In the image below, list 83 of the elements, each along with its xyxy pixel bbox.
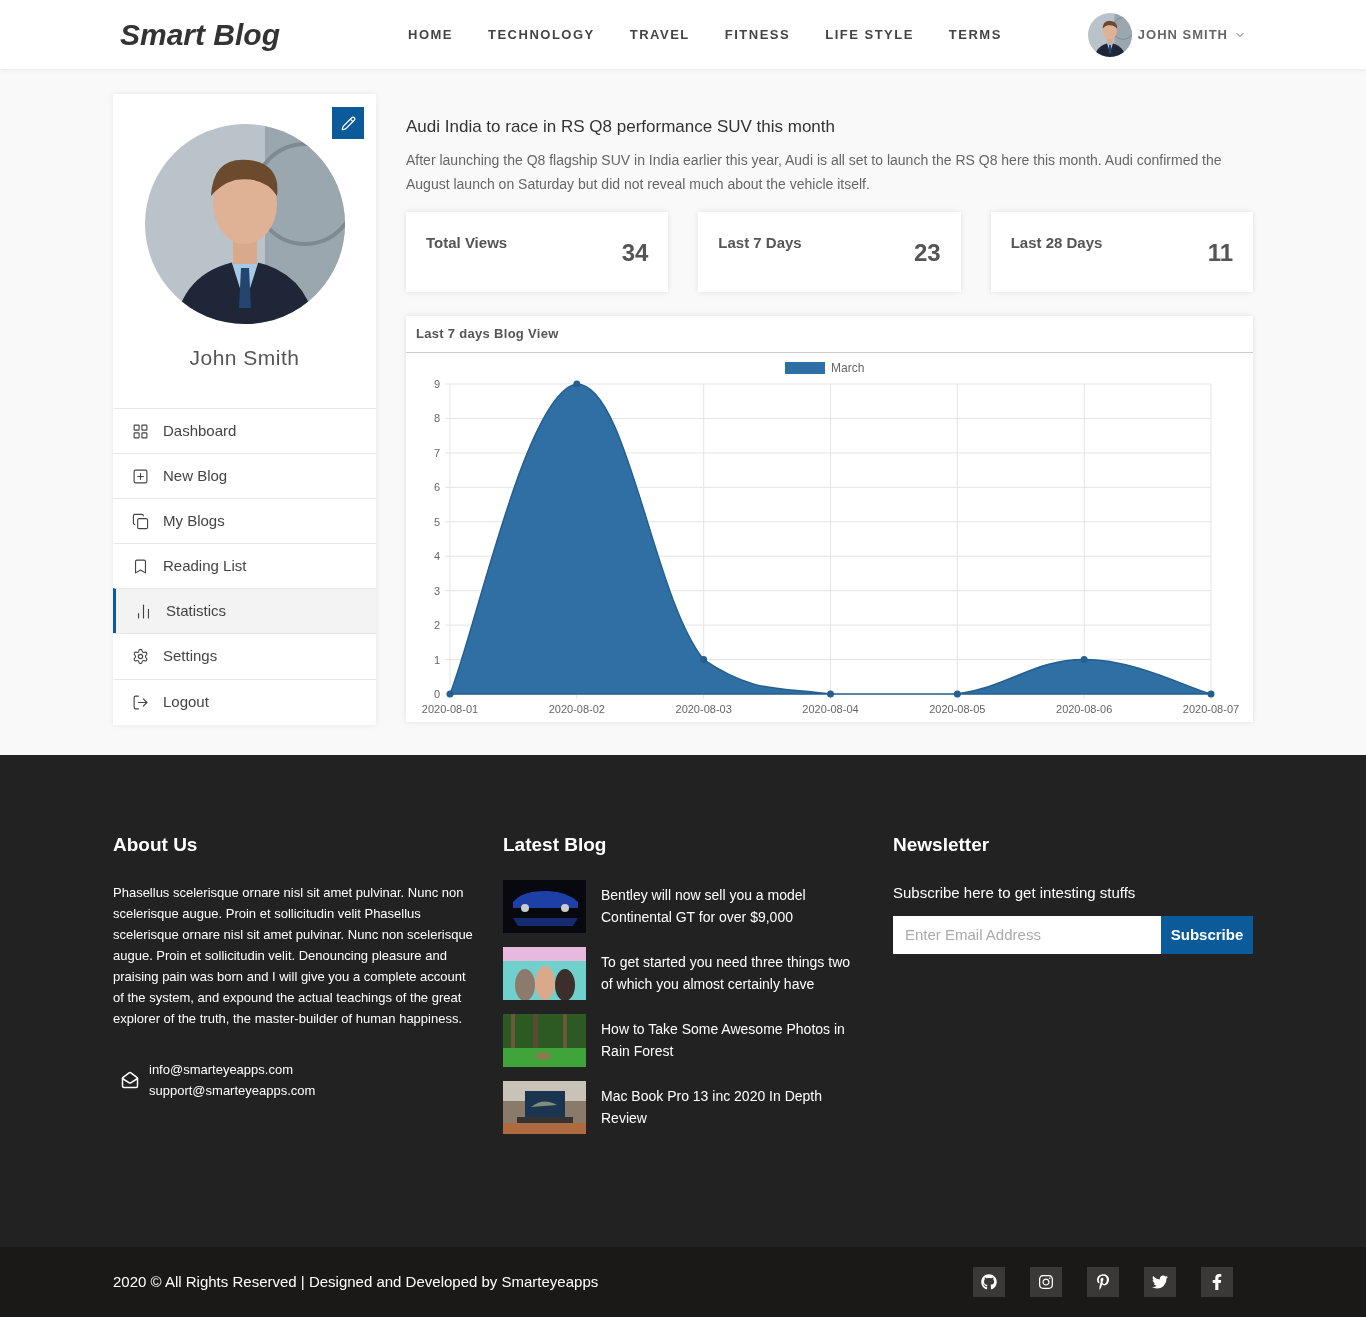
article-title: Audi India to race in RS Q8 performance SUV this month: [406, 116, 836, 138]
social-button[interactable]: [1144, 1267, 1176, 1297]
twitter-icon: [1152, 1274, 1168, 1290]
x-tick-label: 2020-08-04: [802, 702, 859, 715]
email-link[interactable]: info@smarteyeapps.com: [149, 1058, 316, 1080]
x-tick-label: 2020-08-02: [548, 702, 605, 715]
nav-link[interactable]: TERMS: [948, 24, 1002, 45]
footer-heading: About Us: [113, 833, 199, 857]
social-button[interactable]: [1201, 1267, 1233, 1297]
mail-icon: [121, 1070, 139, 1089]
y-tick-label: 7: [433, 446, 440, 459]
copyright-text: 2020 © All Rights Reserved | Designed and Developed by Smarteyeapps: [113, 1271, 599, 1292]
menu-icon: [132, 694, 149, 711]
nav-link[interactable]: LIFE STYLE: [825, 24, 914, 45]
blog-post-link[interactable]: Bentley will now sell you a model Continental GT for over $9,000: [601, 883, 856, 928]
x-tick-label: 2020-08-03: [675, 702, 732, 715]
menu-icon: [132, 557, 149, 575]
y-tick-label: 4: [433, 549, 440, 562]
chart-title: Last 7 days Blog View: [416, 324, 559, 343]
sidebar-item[interactable]: Logout: [113, 679, 376, 725]
y-tick-label: 3: [433, 584, 440, 597]
instagram-icon: [1038, 1274, 1054, 1290]
email-field[interactable]: Enter Email Address: [893, 916, 1161, 954]
data-point: [827, 690, 834, 697]
social-button[interactable]: [1030, 1267, 1062, 1297]
menu-icon: [135, 602, 152, 620]
menu-icon: [132, 648, 149, 665]
y-tick-label: 8: [433, 411, 440, 424]
brand-logo[interactable]: Smart Blog: [120, 12, 370, 57]
newsletter-subtitle: Subscribe here to get intesting stuffs: [893, 882, 1137, 903]
nav-link[interactable]: TECHNOLOGY: [488, 24, 595, 45]
social-button[interactable]: [973, 1267, 1005, 1297]
legend-label: March: [831, 360, 865, 375]
data-point: [1080, 655, 1088, 663]
edit-button[interactable]: [332, 107, 364, 139]
stat-value: 23: [913, 237, 941, 268]
blog-post-link[interactable]: How to Take Some Awesome Photos in Rain Forest: [601, 1017, 856, 1062]
profile-name: John Smith: [189, 345, 300, 371]
stat-label: Last 28 Days: [1010, 232, 1103, 253]
y-tick-label: 5: [433, 515, 440, 528]
github-icon: [981, 1274, 997, 1290]
stat-value: 34: [621, 237, 649, 268]
x-tick-label: 2020-08-07: [1182, 702, 1240, 715]
sidebar-item[interactable]: Statistics: [113, 588, 376, 633]
footer-heading: Newsletter: [893, 833, 991, 857]
menu-icon: [132, 467, 149, 485]
legend-swatch: [785, 361, 825, 374]
user-menu[interactable]: JOHN SMITH: [1087, 12, 1246, 57]
nav-link[interactable]: FITNESS: [724, 24, 791, 45]
about-text: Phasellus scelerisque ornare nisl sit amet pulvinar. Nunc non scelerisque augue. Proin et sollicitudin velit Phasellus scelerisque ornare nisl sit amet pulvinar. Nunc non scelerisque augue. Proin et sollicitudin velit. Denouncing pleasure and praising pain was born and I will give you a complete account of the system, and expound the actual teachings of the great explorer of the truth, the master-builder of human happiness.: [113, 883, 473, 1028]
sidebar-item[interactable]: Dashboard: [113, 408, 376, 453]
blog-post-link[interactable]: Mac Book Pro 13 inc 2020 In Depth Review: [601, 1084, 856, 1129]
y-tick-label: 6: [433, 480, 440, 493]
nav-link[interactable]: TRAVEL: [629, 24, 690, 45]
data-point: [446, 690, 454, 697]
x-tick-label: 2020-08-05: [929, 702, 986, 715]
nav-link[interactable]: HOME: [408, 24, 453, 45]
footer-heading: Latest Blog: [503, 833, 608, 857]
x-tick-label: 2020-08-01: [421, 702, 479, 715]
y-tick-label: 2: [433, 618, 440, 631]
sidebar-item[interactable]: Settings: [113, 633, 376, 679]
y-tick-label: 1: [433, 653, 440, 666]
data-point: [700, 655, 708, 663]
data-point: [953, 690, 961, 697]
data-point: [1207, 690, 1215, 697]
edit-icon: [340, 115, 356, 131]
stat-label: Total Views: [426, 232, 508, 253]
sidebar-item[interactable]: New Blog: [113, 453, 376, 498]
article-body: After launching the Q8 flagship SUV in India earlier this year, Audi is all set to launch the RS Q8 here this month. Audi confirmed the August launch on Saturday but did not reveal much about the vehicle itself.: [406, 150, 1223, 194]
subscribe-button[interactable]: Subscribe: [1161, 916, 1253, 954]
email-link[interactable]: support@smarteyeapps.com: [149, 1079, 316, 1101]
x-tick-label: 2020-08-06: [1056, 702, 1113, 715]
blog-post-link[interactable]: To get started you need three things two of which you almost certainly have: [601, 950, 856, 995]
pinterest-icon: [1095, 1274, 1111, 1290]
stat-label: Last 7 Days: [718, 232, 802, 253]
data-point: [573, 380, 581, 387]
menu-icon: [132, 512, 149, 530]
y-tick-label: 0: [433, 687, 440, 700]
y-tick-label: 9: [433, 377, 440, 390]
menu-icon: [132, 422, 149, 440]
stat-value: 11: [1207, 237, 1233, 268]
social-button[interactable]: [1087, 1267, 1119, 1297]
sidebar-item[interactable]: My Blogs: [113, 498, 376, 543]
